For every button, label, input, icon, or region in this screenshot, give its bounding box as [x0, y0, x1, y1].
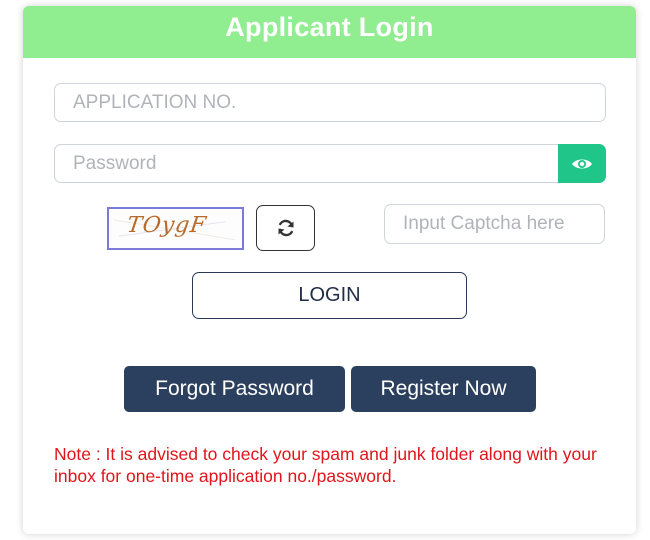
- password-input[interactable]: [54, 144, 559, 183]
- show-password-button[interactable]: [558, 144, 606, 183]
- captcha-image: TOygF: [107, 207, 244, 250]
- captcha-input[interactable]: [384, 204, 605, 244]
- refresh-icon: [278, 219, 293, 237]
- refresh-captcha-button[interactable]: [256, 205, 315, 251]
- login-button[interactable]: LOGIN: [192, 272, 467, 319]
- application-no-input[interactable]: [54, 83, 606, 122]
- forgot-password-button[interactable]: Forgot Password: [124, 366, 345, 412]
- spam-folder-note: Note : It is advised to check your spam …: [54, 444, 597, 486]
- captcha-text: TOygF: [125, 213, 209, 238]
- register-now-button[interactable]: Register Now: [351, 366, 536, 412]
- login-card: Applicant Login TOygF LOGIN Forgot Passw…: [23, 6, 636, 534]
- eye-icon: [572, 159, 592, 168]
- card-title: Applicant Login: [23, 6, 636, 58]
